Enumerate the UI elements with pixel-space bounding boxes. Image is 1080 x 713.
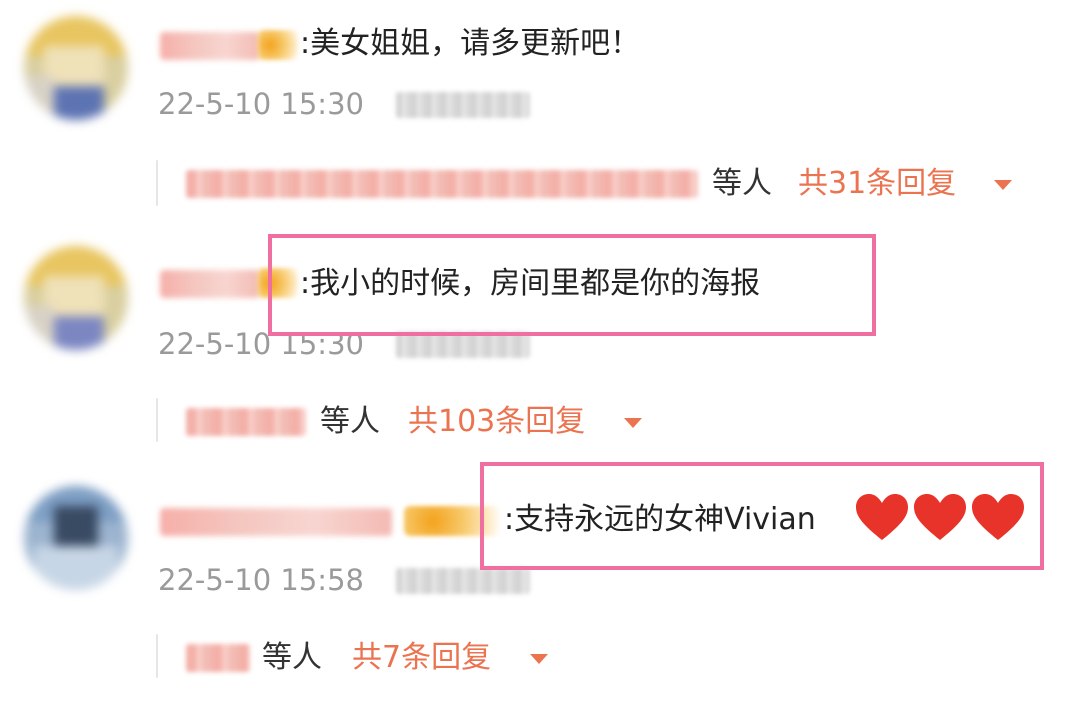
user-badge-icon: [258, 30, 298, 60]
comment-text: :美女姐姐，请多更新吧！: [300, 26, 641, 61]
reply-usernames-blurred[interactable]: [186, 170, 698, 198]
reply-usernames-blurred[interactable]: [186, 408, 306, 436]
highlight-box: [480, 462, 1044, 570]
reply-divider: [156, 398, 158, 442]
reply-suffix: 等人: [262, 640, 322, 675]
highlight-box: [268, 234, 876, 336]
reply-usernames-blurred[interactable]: [186, 644, 250, 672]
avatar[interactable]: [24, 16, 128, 120]
reply-divider: [156, 634, 158, 678]
reply-divider: [156, 160, 158, 206]
username-blurred[interactable]: [160, 32, 260, 60]
caret-down-icon[interactable]: [530, 654, 548, 664]
source-blurred: [396, 568, 530, 594]
avatar[interactable]: [24, 486, 128, 590]
username-blurred[interactable]: [160, 508, 392, 536]
username-blurred[interactable]: [160, 270, 260, 298]
reply-suffix: 等人: [320, 404, 380, 439]
avatar[interactable]: [24, 246, 128, 350]
comment-timestamp: 22-5-10 15:30: [158, 87, 364, 121]
reply-total-link[interactable]: 共7条回复: [352, 638, 491, 678]
caret-down-icon[interactable]: [624, 418, 642, 428]
reply-total-link[interactable]: 共103条回复: [408, 402, 585, 442]
reply-suffix: 等人: [712, 166, 772, 201]
comment-timestamp: 22-5-10 15:58: [158, 563, 364, 597]
caret-down-icon[interactable]: [994, 180, 1012, 190]
source-blurred: [396, 92, 530, 118]
reply-total-link[interactable]: 共31条回复: [798, 164, 956, 204]
